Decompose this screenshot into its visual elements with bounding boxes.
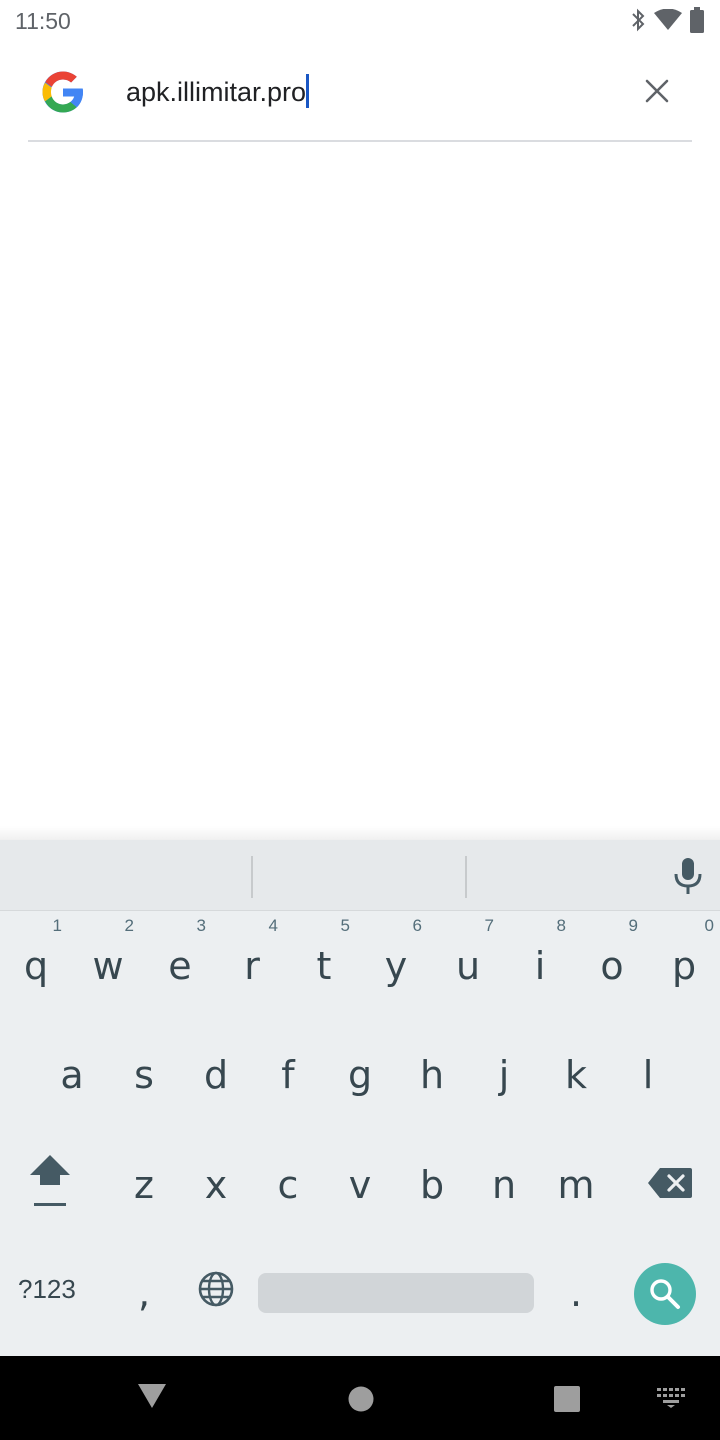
key-l[interactable]: l [612, 1020, 684, 1130]
search-action-key[interactable] [634, 1263, 696, 1325]
key-g[interactable]: g [324, 1020, 396, 1130]
key-j[interactable]: j [468, 1020, 540, 1130]
key-n[interactable]: n [468, 1130, 540, 1240]
comma-key[interactable]: , [108, 1250, 180, 1336]
back-icon[interactable] [138, 1384, 166, 1415]
key-e[interactable]: e3 [144, 912, 216, 1020]
backspace-key[interactable] [620, 1130, 720, 1240]
key-t[interactable]: t5 [288, 912, 360, 1020]
key-f[interactable]: f [252, 1020, 324, 1130]
search-icon [649, 1278, 681, 1315]
key-a[interactable]: a [36, 1020, 108, 1130]
suggestion-divider [251, 856, 253, 898]
key-p[interactable]: p0 [648, 912, 720, 1020]
status-bar: 11:50 [0, 0, 720, 44]
google-logo-icon [39, 68, 87, 116]
key-y[interactable]: y6 [360, 912, 432, 1020]
key-z[interactable]: z [108, 1130, 180, 1240]
key-w[interactable]: w2 [72, 912, 144, 1020]
key-c[interactable]: c [252, 1130, 324, 1240]
search-divider [28, 140, 692, 142]
search-query-text: apk.illimitar.pro [126, 77, 307, 107]
key-i[interactable]: i8 [504, 912, 576, 1020]
suggestion-divider [465, 856, 467, 898]
language-key[interactable] [180, 1250, 252, 1336]
key-b[interactable]: b [396, 1130, 468, 1240]
shift-icon [28, 1151, 72, 1220]
globe-icon [198, 1271, 234, 1316]
symbols-key[interactable]: ?123 [18, 1274, 76, 1305]
search-bar: apk.illimitar.pro [0, 44, 720, 142]
search-input[interactable]: apk.illimitar.pro [126, 74, 310, 108]
key-h[interactable]: h [396, 1020, 468, 1130]
keyboard-shadow [0, 826, 720, 840]
close-icon[interactable] [638, 72, 676, 110]
backspace-icon [648, 1163, 692, 1207]
key-r[interactable]: r4 [216, 912, 288, 1020]
key-x[interactable]: x [180, 1130, 252, 1240]
microphone-icon[interactable] [672, 858, 704, 896]
keyboard-switch-icon[interactable] [656, 1388, 686, 1413]
home-icon[interactable] [348, 1386, 374, 1417]
shift-key[interactable] [0, 1130, 100, 1240]
key-o[interactable]: o9 [576, 912, 648, 1020]
battery-icon [690, 6, 704, 38]
key-u[interactable]: u7 [432, 912, 504, 1020]
key-v[interactable]: v [324, 1130, 396, 1240]
text-cursor [306, 74, 310, 108]
key-d[interactable]: d [180, 1020, 252, 1130]
navigation-bar [0, 1356, 720, 1440]
key-q[interactable]: q1 [0, 912, 72, 1020]
key-k[interactable]: k [540, 1020, 612, 1130]
wifi-icon [654, 8, 682, 36]
bluetooth-icon [630, 8, 646, 37]
status-time: 11:50 [15, 8, 71, 34]
suggestion-strip [0, 840, 720, 911]
key-s[interactable]: s [108, 1020, 180, 1130]
recents-icon[interactable] [554, 1386, 580, 1417]
keyboard: q1 w2 e3 r4 t5 y6 u7 i8 o9 p0 a s d f g … [0, 840, 720, 1356]
period-key[interactable]: . [540, 1250, 612, 1336]
space-bar[interactable] [258, 1273, 534, 1313]
key-m[interactable]: m [540, 1130, 612, 1240]
